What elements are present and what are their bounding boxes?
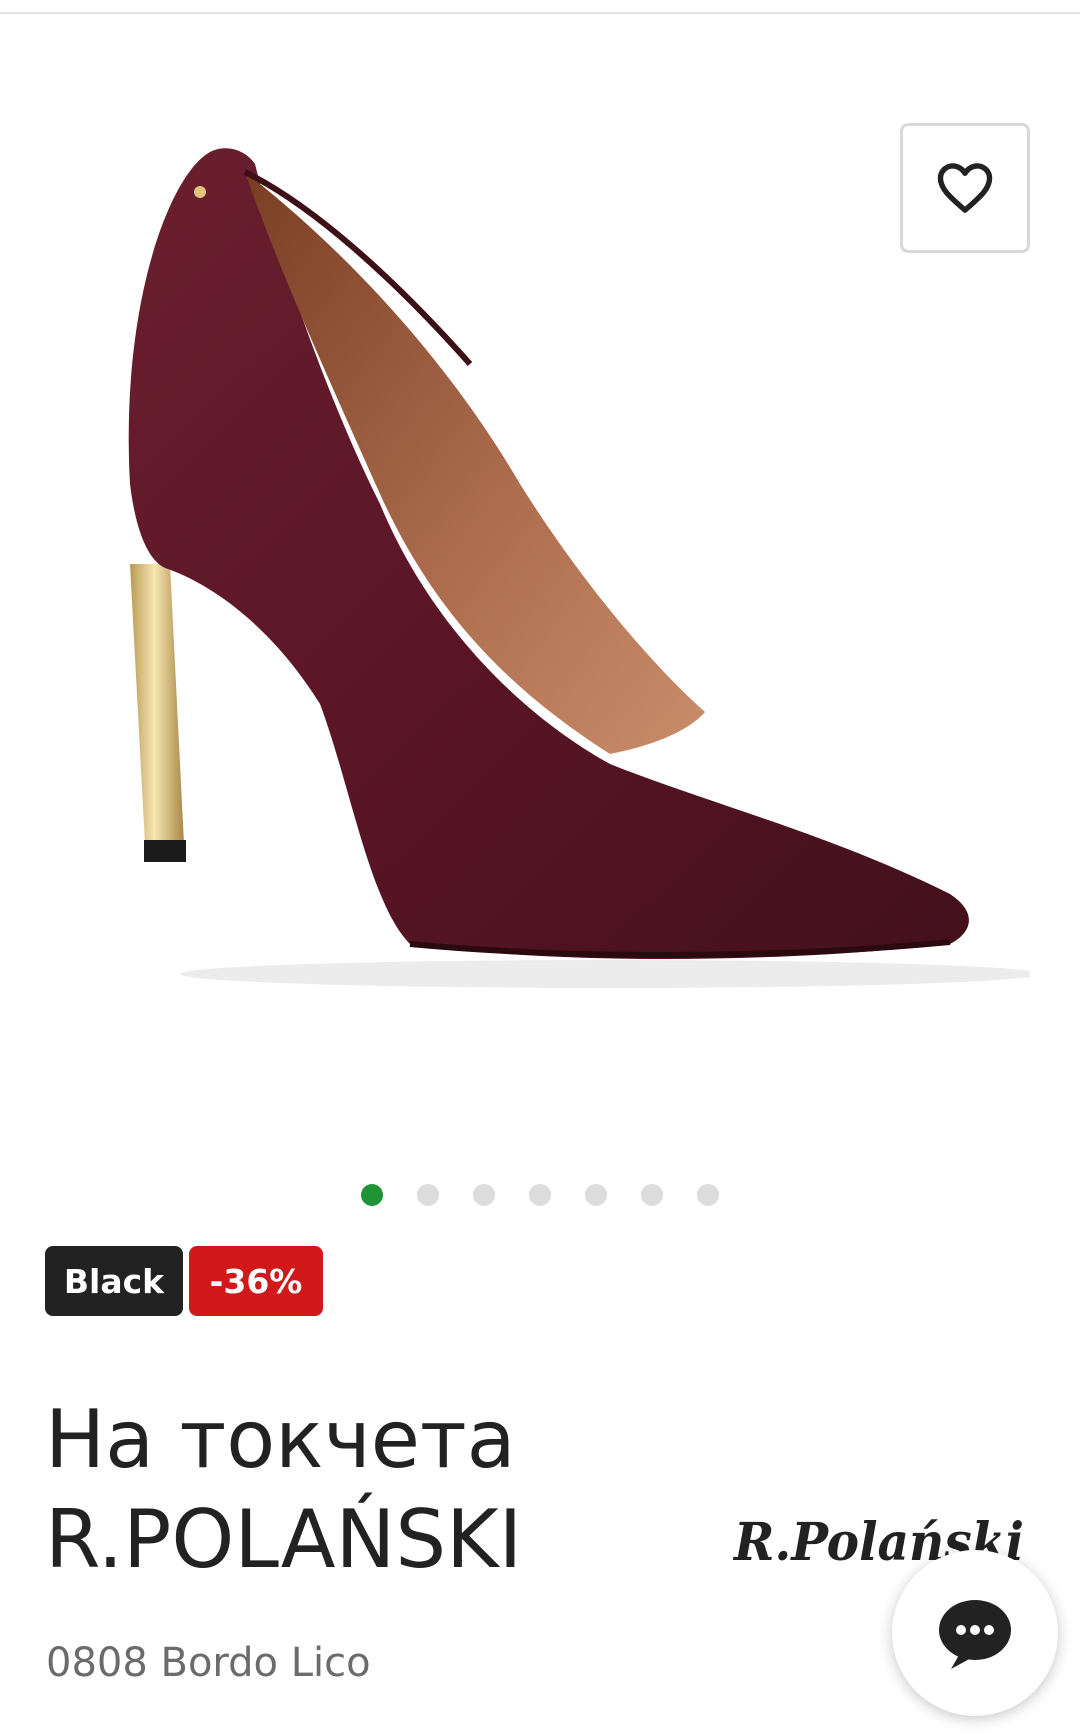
gallery-pagination [0,1184,1080,1208]
product-gallery[interactable] [0,14,1080,1206]
tag-badge: Black [45,1246,183,1316]
product-title-line-1: На токчета [45,1393,516,1486]
gallery-dot-5[interactable] [585,1184,607,1206]
gallery-dot-7[interactable] [697,1184,719,1206]
gallery-dot-6[interactable] [641,1184,663,1206]
favorite-button[interactable] [900,123,1030,253]
product-photo[interactable] [50,64,1030,1054]
gallery-dot-4[interactable] [529,1184,551,1206]
badge-row: Black -36% [45,1246,323,1316]
discount-badge: -36% [189,1246,323,1316]
chat-button[interactable] [892,1550,1058,1716]
gallery-dot-3[interactable] [473,1184,495,1206]
product-title: На токчета R.POLAŃSKI [45,1390,685,1590]
gallery-dot-1[interactable] [361,1184,383,1206]
chat-bubble-icon [939,1600,1011,1669]
product-title-line-2: R.POLAŃSKI [45,1493,523,1586]
product-variant: 0808 Bordo Lico [46,1640,371,1686]
gallery-dot-2[interactable] [417,1184,439,1206]
heart-icon [937,163,993,213]
